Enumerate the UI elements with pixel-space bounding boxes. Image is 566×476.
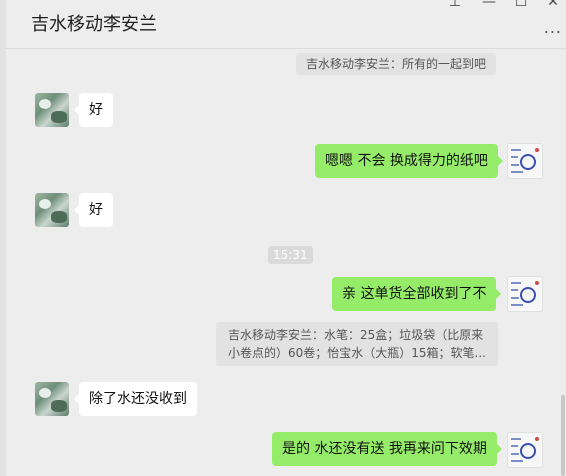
incoming-message[interactable]: 好: [74, 93, 113, 127]
self-avatar[interactable]: [507, 143, 543, 179]
minimize-icon[interactable]: —: [481, 0, 497, 10]
maximize-icon[interactable]: ☐: [513, 0, 529, 10]
outgoing-message[interactable]: 是的 水还没有送 我再来问下效期: [272, 432, 502, 466]
more-options-icon[interactable]: ...: [544, 18, 562, 37]
incoming-message[interactable]: 除了水还没收到: [74, 382, 197, 416]
scrollbar-thumb[interactable]: [561, 395, 565, 476]
contact-avatar[interactable]: [35, 382, 69, 416]
quoted-message-line: 小卷点的）60卷；怡宝水（大瓶）15箱；软笔...: [228, 346, 486, 360]
self-avatar[interactable]: [507, 432, 543, 468]
close-icon[interactable]: ✕: [545, 0, 561, 10]
chat-window: 吉水移动李安兰 ⊥ — ☐ ✕ ... 吉水移动李安兰：所有的一起到吧 好 嗯嗯…: [0, 0, 566, 476]
contact-avatar[interactable]: [35, 93, 69, 127]
self-avatar[interactable]: [507, 276, 543, 312]
message-timestamp: 15:31: [268, 246, 313, 264]
contact-avatar[interactable]: [35, 193, 69, 227]
chat-header: 吉水移动李安兰 ⊥ — ☐ ✕ ...: [6, 0, 566, 49]
pin-icon[interactable]: ⊥: [447, 0, 463, 10]
quoted-message-line: 吉水移动李安兰：水笔：25盒；垃圾袋（比原来: [228, 328, 484, 342]
quoted-message[interactable]: 吉水移动李安兰：水笔：25盒；垃圾袋（比原来 小卷点的）60卷；怡宝水（大瓶）1…: [216, 322, 498, 366]
chat-title: 吉水移动李安兰: [31, 14, 157, 35]
incoming-message[interactable]: 好: [74, 193, 113, 227]
outgoing-message[interactable]: 亲 这单货全部收到了不: [332, 277, 502, 311]
outgoing-message[interactable]: 嗯嗯 不会 换成得力的纸吧: [315, 144, 503, 178]
message-list[interactable]: 吉水移动李安兰：所有的一起到吧 好 嗯嗯 不会 换成得力的纸吧 好 15:31 …: [6, 49, 560, 476]
quoted-message[interactable]: 吉水移动李安兰：所有的一起到吧: [296, 53, 497, 75]
